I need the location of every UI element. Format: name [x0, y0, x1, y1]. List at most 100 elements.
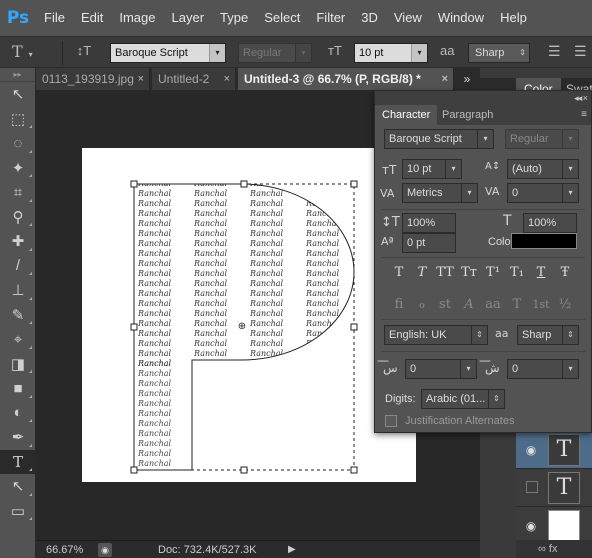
small-caps-button[interactable]: Tт	[459, 263, 479, 283]
ligatures-button[interactable]: fi	[389, 295, 409, 315]
layer-row[interactable]: ◉ T	[516, 430, 592, 468]
panel-titlebar[interactable]: ◂◂ ×	[375, 91, 591, 105]
status-menu-arrow-icon[interactable]: ▶	[288, 541, 296, 558]
eye-icon[interactable]: ◉	[524, 443, 538, 457]
underline-button[interactable]: T	[531, 263, 551, 283]
menu-type[interactable]: Type	[212, 0, 256, 36]
font-size-select[interactable]: 10 pt ▾	[354, 43, 428, 63]
tab-document-2[interactable]: Untitled-2 ×	[152, 68, 236, 90]
move-tool-icon[interactable]: ↖	[0, 82, 36, 107]
proof-icon[interactable]: ◉	[98, 543, 112, 557]
justification-alternates-checkbox[interactable]	[385, 415, 397, 427]
letter-p-text-shape[interactable]: Ranchal ⊕	[82, 148, 416, 482]
superscript-button[interactable]: T¹	[483, 263, 503, 283]
old-style-button[interactable]: ℴ	[412, 295, 432, 315]
blur-tool-icon[interactable]: ■	[0, 376, 36, 401]
language-select[interactable]: English: UK ⇕	[384, 325, 488, 345]
tab-document-3[interactable]: Untitled-3 @ 66.7% (P, RGB/8) * ×	[238, 68, 454, 90]
gradient-tool-icon[interactable]: ◨	[0, 352, 36, 377]
marquee-tool-icon[interactable]: ⬚	[0, 107, 36, 132]
menu-select[interactable]: Select	[256, 0, 308, 36]
strikethrough-button[interactable]: Ŧ	[555, 263, 575, 283]
menu-3d[interactable]: 3D	[353, 0, 386, 36]
type-tool-preset-icon[interactable]: T ▾	[12, 42, 52, 64]
close-icon[interactable]: ×	[224, 68, 230, 90]
all-caps-button[interactable]: TT	[435, 263, 455, 283]
tab-character[interactable]: Character	[375, 105, 438, 125]
document-canvas[interactable]: Ranchal ⊕	[82, 148, 416, 482]
menu-help[interactable]: Help	[492, 0, 535, 36]
tracking-field[interactable]: 0 ▾	[507, 183, 579, 203]
brush-tool-icon[interactable]: /	[0, 254, 36, 279]
menu-view[interactable]: View	[386, 0, 430, 36]
menu-file[interactable]: File	[36, 0, 73, 36]
antialias-select[interactable]: Sharp ⇕	[517, 325, 579, 345]
leading-field[interactable]: (Auto) ▾	[507, 159, 579, 179]
eye-icon[interactable]: ◉	[524, 519, 538, 533]
fractions-button[interactable]: ½	[555, 295, 575, 315]
stylistic-alternates-button[interactable]: aa	[483, 295, 503, 315]
layers-footer: ∞ fx	[516, 540, 592, 558]
text-orientation-icon[interactable]: ↕T	[74, 43, 94, 63]
tab-document-1[interactable]: 0113_193919.jpg ×	[36, 68, 150, 90]
menu-layer[interactable]: Layer	[164, 0, 213, 36]
horizontal-scale-field[interactable]: 100%	[523, 213, 577, 233]
dodge-tool-icon[interactable]: ◐	[0, 401, 36, 426]
type-tool-icon[interactable]: T	[0, 449, 36, 474]
options-bar: T ▾ ↕T Baroque Script ▾ Regular ▾ тТ 10 pt ▾…	[0, 36, 592, 68]
digits-select[interactable]: Arabic (01... ⇕	[421, 389, 505, 409]
layer-row[interactable]: T	[516, 468, 592, 506]
menu-filter[interactable]: Filter	[308, 0, 353, 36]
eraser-tool-icon[interactable]: ⌖	[0, 327, 36, 352]
vertical-scale-field[interactable]: 100%	[402, 213, 456, 233]
align-center-icon[interactable]: ☰	[574, 43, 587, 60]
divider	[381, 351, 585, 352]
menu-edit[interactable]: Edit	[73, 0, 111, 36]
path-selection-icon[interactable]: ↖	[0, 474, 36, 499]
kerning-icon: VA	[380, 187, 395, 200]
font-style-select[interactable]: Regular ▾	[238, 43, 312, 63]
text-color-swatch[interactable]	[511, 233, 577, 249]
subscript-button[interactable]: T₁	[507, 263, 527, 283]
healing-brush-icon[interactable]: ✚	[0, 229, 36, 254]
magic-wand-icon[interactable]: ✦	[0, 156, 36, 181]
crop-tool-icon[interactable]: ⌗	[0, 180, 36, 205]
baseline-shift-field[interactable]: 0 pt	[402, 233, 456, 253]
tab-paragraph[interactable]: Paragraph	[435, 105, 500, 125]
panel-menu-icon[interactable]: ≡	[581, 109, 587, 120]
titling-alternates-button[interactable]: T	[507, 295, 527, 315]
toolbox-grip[interactable]: ▸▸	[0, 68, 35, 82]
divider	[381, 209, 585, 210]
clone-stamp-icon[interactable]: ⊥	[0, 278, 36, 303]
discretionary-ligatures-button[interactable]: st	[435, 295, 455, 315]
font-family-select[interactable]: Baroque Script ▾	[384, 129, 494, 149]
pen-tool-icon[interactable]: ✒	[0, 425, 36, 450]
menu-image[interactable]: Image	[111, 0, 163, 36]
align-left-icon[interactable]: ☰	[548, 43, 561, 60]
swash-button[interactable]: A	[459, 295, 479, 315]
arabic-diacritic-field[interactable]: 0 ▾	[507, 359, 579, 379]
tab-overflow-icon[interactable]: »	[454, 68, 480, 90]
antialias-select[interactable]: Sharp ⇕	[468, 43, 530, 63]
menu-window[interactable]: Window	[430, 0, 492, 36]
faux-bold-button[interactable]: T	[389, 263, 409, 283]
arabic-diacritic-icon: ش͞	[485, 361, 500, 375]
history-brush-icon[interactable]: ✎	[0, 303, 36, 328]
font-size-field[interactable]: 10 pt ▾	[402, 159, 462, 179]
font-family-select[interactable]: Baroque Script ▾	[110, 43, 226, 63]
horizontal-scale-icon: T	[503, 213, 512, 229]
faux-italic-button[interactable]: T	[412, 263, 432, 283]
visibility-toggle[interactable]	[526, 481, 538, 493]
close-icon[interactable]: ×	[442, 68, 448, 90]
zoom-level[interactable]: 66.67%	[46, 541, 83, 558]
eyedropper-icon[interactable]: ⚲	[0, 205, 36, 230]
lasso-tool-icon[interactable]: ◌	[0, 131, 36, 156]
layer-row[interactable]: ◉	[516, 506, 592, 544]
close-icon[interactable]: ×	[138, 68, 144, 90]
font-style-select[interactable]: Regular ▾	[505, 129, 579, 149]
collapse-icon[interactable]: ◂◂ ×	[574, 91, 588, 105]
kerning-field[interactable]: Metrics ▾	[402, 183, 478, 203]
ordinals-button[interactable]: 1st	[531, 295, 551, 315]
arabic-kashida-field[interactable]: 0 ▾	[405, 359, 477, 379]
shape-tool-icon[interactable]: ▭	[0, 499, 36, 524]
